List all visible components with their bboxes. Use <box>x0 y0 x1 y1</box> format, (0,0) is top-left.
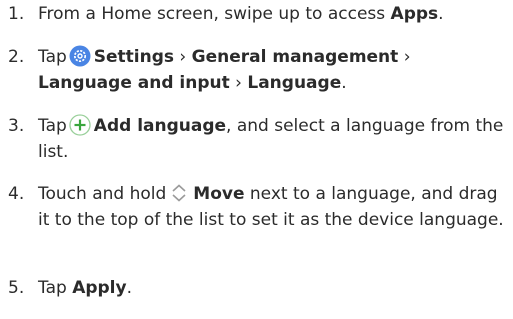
step-number: 4. <box>8 184 25 204</box>
step-text: Tap Settings › General management › Langua… <box>38 45 411 93</box>
step-text: Touch and hold Move next to a language, a… <box>38 182 504 230</box>
step-text: Tap Add language, and select a language f… <box>38 114 504 162</box>
settings-label: Settings <box>93 47 175 67</box>
move-chevron-icon <box>168 182 190 204</box>
language-and-input-label: Language and input <box>38 72 230 93</box>
step-text: Tap Apply. <box>38 278 132 298</box>
apps-label: Apps <box>390 4 439 24</box>
move-label: Move <box>193 184 245 204</box>
step-number: 2. <box>8 47 25 67</box>
step-4: 4. Touch and hold Move next to a language… <box>0 182 513 233</box>
step-5: 5. Tap Apply. <box>0 276 513 302</box>
step-number: 3. <box>8 116 25 136</box>
add-circle-icon <box>69 114 91 136</box>
step-text: From a Home screen, swipe up to access A… <box>38 4 444 24</box>
step-number: 1. <box>8 4 25 24</box>
language-label: Language <box>247 72 342 93</box>
step-number: 5. <box>8 278 25 298</box>
settings-gear-icon <box>69 45 91 67</box>
general-management-label: General management <box>191 47 399 67</box>
apply-label: Apply <box>72 278 127 298</box>
step-1: 1. From a Home screen, swipe up to acces… <box>0 2 513 28</box>
step-3: 3. Tap Add language, and select a languag… <box>0 114 513 165</box>
add-language-label: Add language <box>93 116 227 136</box>
step-2: 2. Tap Settings › General management › Lan… <box>0 45 513 96</box>
